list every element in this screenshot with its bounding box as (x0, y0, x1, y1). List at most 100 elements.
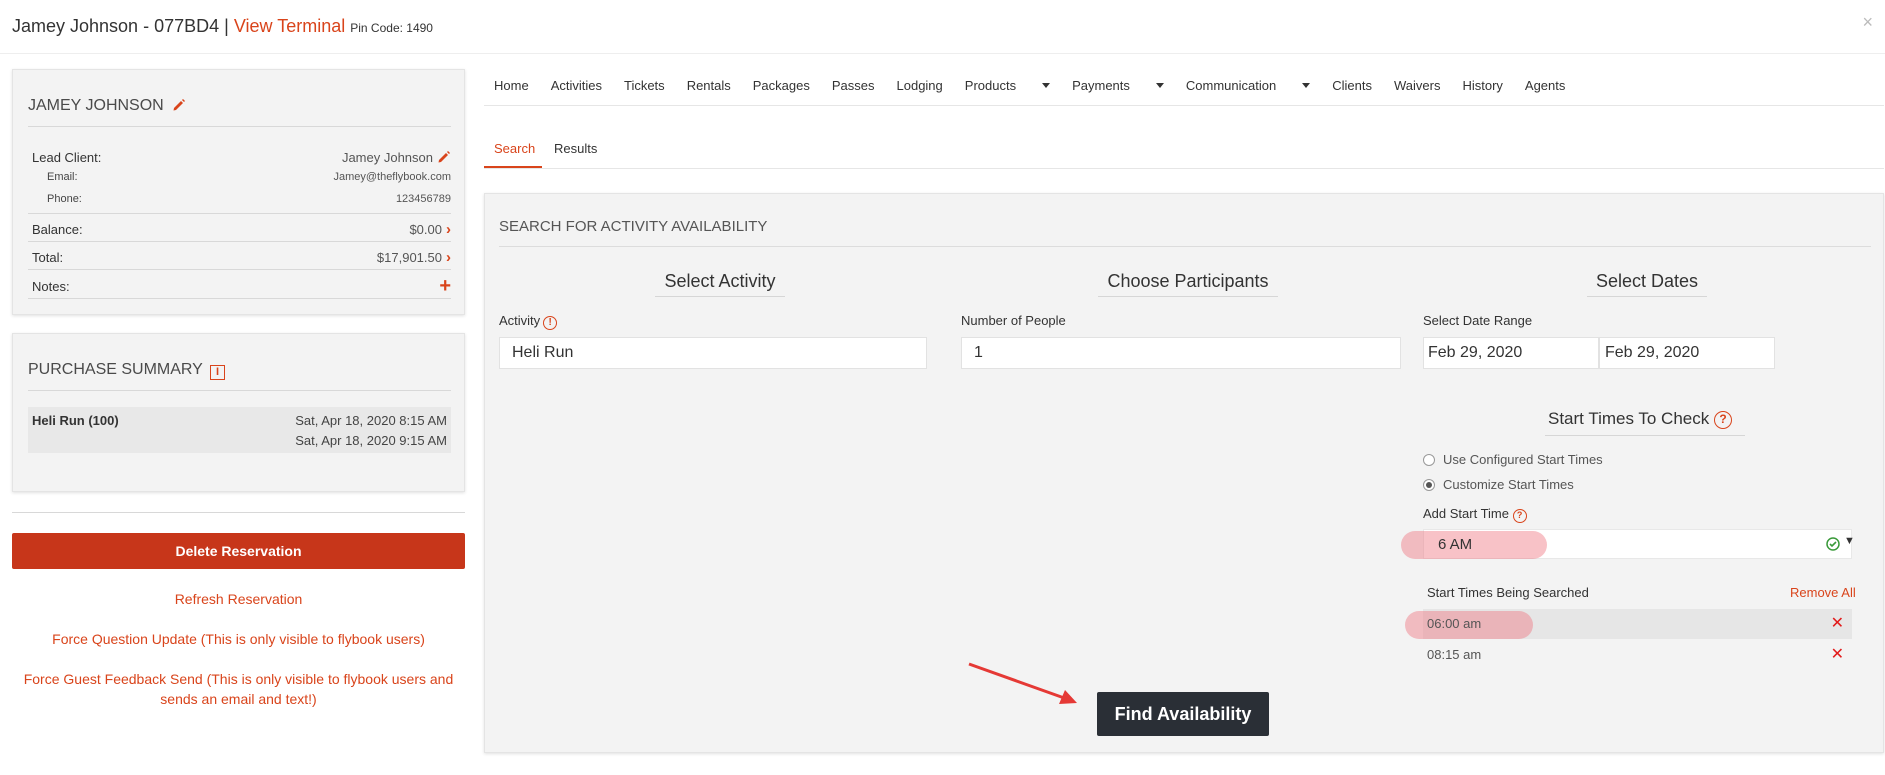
divider (499, 246, 1871, 247)
divider (28, 298, 451, 299)
force-feedback-line2: sends an email and text!) (160, 691, 317, 707)
add-note-icon[interactable]: + (439, 276, 451, 296)
caret-down-icon (1155, 83, 1164, 88)
start-time-value: 08:15 am (1427, 647, 1482, 662)
divider (28, 241, 451, 242)
client-card-title: JAMEY JOHNSON (28, 97, 186, 115)
date-from-input[interactable]: Feb 29, 2020 (1423, 337, 1599, 369)
nav-packages[interactable]: Packages (753, 78, 810, 93)
divider (28, 126, 451, 127)
notes-label: Notes: (32, 278, 70, 294)
purchase-summary-heading: PURCHASE SUMMARY (28, 361, 203, 378)
purchase-summary-title: PURCHASE SUMMARY i (28, 361, 226, 380)
dropdown-caret-icon[interactable]: ▼ (1844, 535, 1855, 547)
people-input[interactable]: 1 (961, 337, 1401, 369)
chevron-right-icon[interactable]: › (446, 221, 451, 238)
chevron-right-icon[interactable]: › (446, 249, 451, 266)
caret-down-icon (1042, 83, 1051, 88)
nav-tickets[interactable]: Tickets (624, 78, 665, 93)
purchase-item[interactable]: Heli Run (100) Sat, Apr 18, 2020 8:15 AM… (28, 407, 451, 453)
lead-client-value: Jamey Johnson (342, 150, 451, 165)
find-availability-button[interactable]: Find Availability (1097, 692, 1269, 736)
remove-time-icon[interactable]: ✕ (1831, 613, 1844, 633)
nav-rentals[interactable]: Rentals (687, 78, 731, 93)
client-name-title: Jamey Johnson - 077BD4 (12, 16, 220, 36)
client-card: JAMEY JOHNSON Lead Client: Jamey Johnson… (12, 69, 465, 315)
tab-search[interactable]: Search (494, 141, 535, 156)
email-value: Jamey@theflybook.com (333, 171, 451, 183)
refresh-reservation-link[interactable]: Refresh Reservation (12, 589, 465, 609)
radio-configured[interactable] (1423, 453, 1435, 466)
title-separator: | (224, 16, 229, 36)
select-dates-heading: Select Dates (1595, 271, 1699, 291)
divider (28, 269, 451, 270)
help-icon[interactable]: ? (1713, 411, 1732, 429)
add-start-time-select[interactable]: 6 AM ▼ (1401, 529, 1855, 559)
add-start-time-value: 6 AM (1438, 536, 1473, 553)
remove-time-icon[interactable]: ✕ (1831, 644, 1844, 664)
add-start-time-text: Add Start Time (1423, 506, 1509, 521)
divider (12, 512, 465, 513)
help-icon[interactable]: ? (1512, 509, 1527, 523)
select-activity-heading: Select Activity (664, 271, 776, 291)
nav-activities[interactable]: Activities (551, 78, 602, 93)
pin-code: Pin Code: 1490 (350, 21, 433, 35)
nav-products-label: Products (964, 78, 1017, 93)
opt-configured-label: Use Configured Start Times (1443, 452, 1603, 467)
edit-pencil-icon[interactable] (437, 150, 451, 164)
delete-reservation-button[interactable]: Delete Reservation (12, 533, 465, 569)
searched-times-label: Start Times Being Searched (1427, 585, 1589, 600)
nav-payments[interactable]: Payments (1072, 78, 1164, 93)
check-circle-icon (1826, 537, 1840, 551)
edit-pencil-icon[interactable] (172, 98, 186, 112)
divider (1545, 435, 1745, 436)
activity-label: Activity! (499, 313, 558, 330)
tab-results[interactable]: Results (554, 141, 597, 156)
purchase-item-name: Heli Run (100) (32, 413, 119, 428)
divider (1587, 296, 1707, 297)
balance-row[interactable]: Balance: $0.00 › (32, 221, 451, 238)
force-guest-feedback-link[interactable]: Force Guest Feedback Send (This is only … (12, 669, 465, 709)
divider (1098, 296, 1278, 297)
phone-row: Phone: 123456789 (47, 193, 451, 205)
alert-icon: ! (543, 316, 558, 330)
modal-title: Jamey Johnson - 077BD4 | View Terminal P… (12, 16, 433, 37)
nav-products[interactable]: Products (964, 78, 1051, 93)
force-feedback-line1: Force Guest Feedback Send (This is only … (23, 671, 454, 687)
opt-configured-row[interactable]: Use Configured Start Times (1423, 452, 1603, 467)
view-terminal-link[interactable]: View Terminal (234, 16, 345, 36)
nav-passes[interactable]: Passes (832, 78, 875, 93)
purchase-summary-card: PURCHASE SUMMARY i Heli Run (100) Sat, A… (12, 333, 465, 492)
remove-all-link[interactable]: Remove All (1790, 585, 1856, 600)
activity-select[interactable]: Heli Run (499, 337, 927, 369)
nav-waivers[interactable]: Waivers (1394, 78, 1440, 93)
email-label: Email: (47, 171, 78, 183)
lead-client-label: Lead Client: (32, 150, 102, 165)
purchase-item-end: Sat, Apr 18, 2020 9:15 AM (295, 433, 447, 448)
header-divider (0, 53, 1885, 54)
total-label: Total: (32, 250, 64, 265)
nav-communication[interactable]: Communication (1186, 78, 1311, 93)
info-icon[interactable]: i (210, 365, 226, 380)
opt-customize-row[interactable]: Customize Start Times (1423, 477, 1574, 492)
nav-history[interactable]: History (1462, 78, 1502, 93)
date-to-input[interactable]: Feb 29, 2020 (1599, 337, 1775, 369)
radio-customize[interactable] (1423, 478, 1435, 491)
close-icon[interactable]: × (1862, 12, 1873, 33)
start-time-value: 06:00 am (1427, 616, 1482, 631)
nav-home[interactable]: Home (494, 78, 529, 93)
total-value: $17,901.50 › (377, 249, 451, 266)
activity-label-text: Activity (499, 313, 541, 328)
balance-label: Balance: (32, 222, 83, 237)
divider (655, 296, 785, 297)
lead-client-name: Jamey Johnson (341, 150, 433, 165)
nav-lodging[interactable]: Lodging (897, 78, 943, 93)
choose-participants-heading: Choose Participants (1107, 271, 1269, 291)
nav-clients[interactable]: Clients (1332, 78, 1372, 93)
divider (28, 390, 451, 391)
force-question-update-link[interactable]: Force Question Update (This is only visi… (12, 629, 465, 649)
total-row[interactable]: Total: $17,901.50 › (32, 249, 451, 266)
notes-row: Notes: + (32, 276, 451, 296)
tabs-divider (484, 168, 1884, 169)
nav-agents[interactable]: Agents (1525, 78, 1565, 93)
